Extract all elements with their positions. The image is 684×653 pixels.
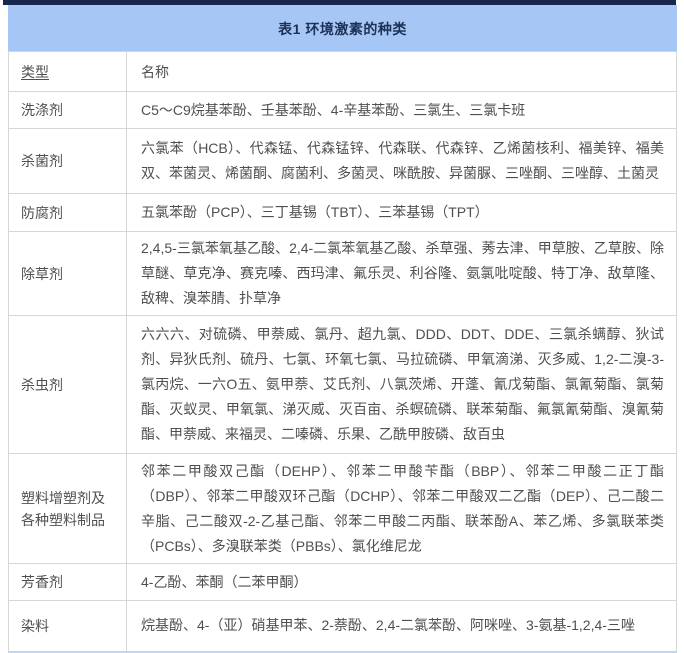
table-row: 芳香剂 4-乙酚、苯酮（二苯甲酮） (9, 564, 677, 601)
row-type-plasticizers: 塑料增塑剂及各种塑料制品 (9, 454, 127, 564)
table-row: 塑料增塑剂及各种塑料制品 邻苯二甲酸双己酯（DEHP）、邻苯二甲酸苄酯（BBP）… (9, 454, 677, 564)
row-type-dyes: 染料 (9, 601, 127, 652)
table-row: 除草剂 2,4,5-三氯苯氧基乙酸、2,4-二氯苯氧基乙酸、杀草强、莠去津、甲草… (9, 232, 677, 316)
column-header-type: 类型 (9, 52, 127, 92)
row-type-fungicides: 杀菌剂 (9, 129, 127, 194)
table-row: 杀菌剂 六氯苯（HCB）、代森锰、代森锰锌、代森联、代森锌、乙烯菌核利、福美锌、… (9, 129, 677, 194)
row-names-fungicides: 六氯苯（HCB）、代森锰、代森锰锌、代森联、代森锌、乙烯菌核利、福美锌、福美双、… (127, 129, 677, 194)
table-row: 杀虫剂 六六六、对硫磷、甲萘威、氯丹、超九氯、DDD、DDT、DDE、三氯杀螨醇… (9, 316, 677, 454)
column-header-type-label: 类型 (21, 64, 49, 80)
row-names-plasticizers: 邻苯二甲酸双己酯（DEHP）、邻苯二甲酸苄酯（BBP）、邻苯二甲酸二正丁酯（DB… (127, 454, 677, 564)
row-names-insecticides: 六六六、对硫磷、甲萘威、氯丹、超九氯、DDD、DDT、DDE、三氯杀螨醇、狄试剂… (127, 316, 677, 454)
row-names-dyes: 烷基酚、4-（亚）硝基甲苯、2-萘酚、2,4-二氯苯酚、阿咪唑、3-氨基-1,2… (127, 601, 677, 652)
row-type-fragrances: 芳香剂 (9, 564, 127, 601)
column-header-name-label: 名称 (141, 64, 169, 80)
table-row: 染料 烷基酚、4-（亚）硝基甲苯、2-萘酚、2,4-二氯苯酚、阿咪唑、3-氨基-… (9, 601, 677, 652)
row-type-detergents: 洗涤剂 (9, 92, 127, 129)
row-names-herbicides: 2,4,5-三氯苯氧基乙酸、2,4-二氯苯氧基乙酸、杀草强、莠去津、甲草胺、乙草… (127, 232, 677, 316)
row-names-preservatives: 五氯苯酚（PCP）、三丁基锡（TBT）、三苯基锡（TPT） (127, 194, 677, 232)
row-type-insecticides: 杀虫剂 (9, 316, 127, 454)
column-header-name: 名称 (127, 52, 677, 92)
row-type-preservatives: 防腐剂 (9, 194, 127, 232)
table-title-row: 表1 环境激素的种类 (9, 6, 677, 52)
table-title: 表1 环境激素的种类 (9, 6, 677, 52)
table-row: 洗涤剂 C5～C9烷基苯酚、壬基苯酚、4-辛基苯酚、三氯生、三氯卡班 (9, 92, 677, 129)
row-names-detergents: C5～C9烷基苯酚、壬基苯酚、4-辛基苯酚、三氯生、三氯卡班 (127, 92, 677, 129)
column-header-row: 类型 名称 (9, 52, 677, 92)
environmental-hormones-table: 表1 环境激素的种类 类型 名称 洗涤剂 C5～C9烷基苯酚、壬基苯酚、4-辛基… (8, 5, 677, 653)
row-names-fragrances: 4-乙酚、苯酮（二苯甲酮） (127, 564, 677, 601)
row-type-herbicides: 除草剂 (9, 232, 127, 316)
table-row: 防腐剂 五氯苯酚（PCP）、三丁基锡（TBT）、三苯基锡（TPT） (9, 194, 677, 232)
table-container: 表1 环境激素的种类 类型 名称 洗涤剂 C5～C9烷基苯酚、壬基苯酚、4-辛基… (8, 5, 676, 653)
